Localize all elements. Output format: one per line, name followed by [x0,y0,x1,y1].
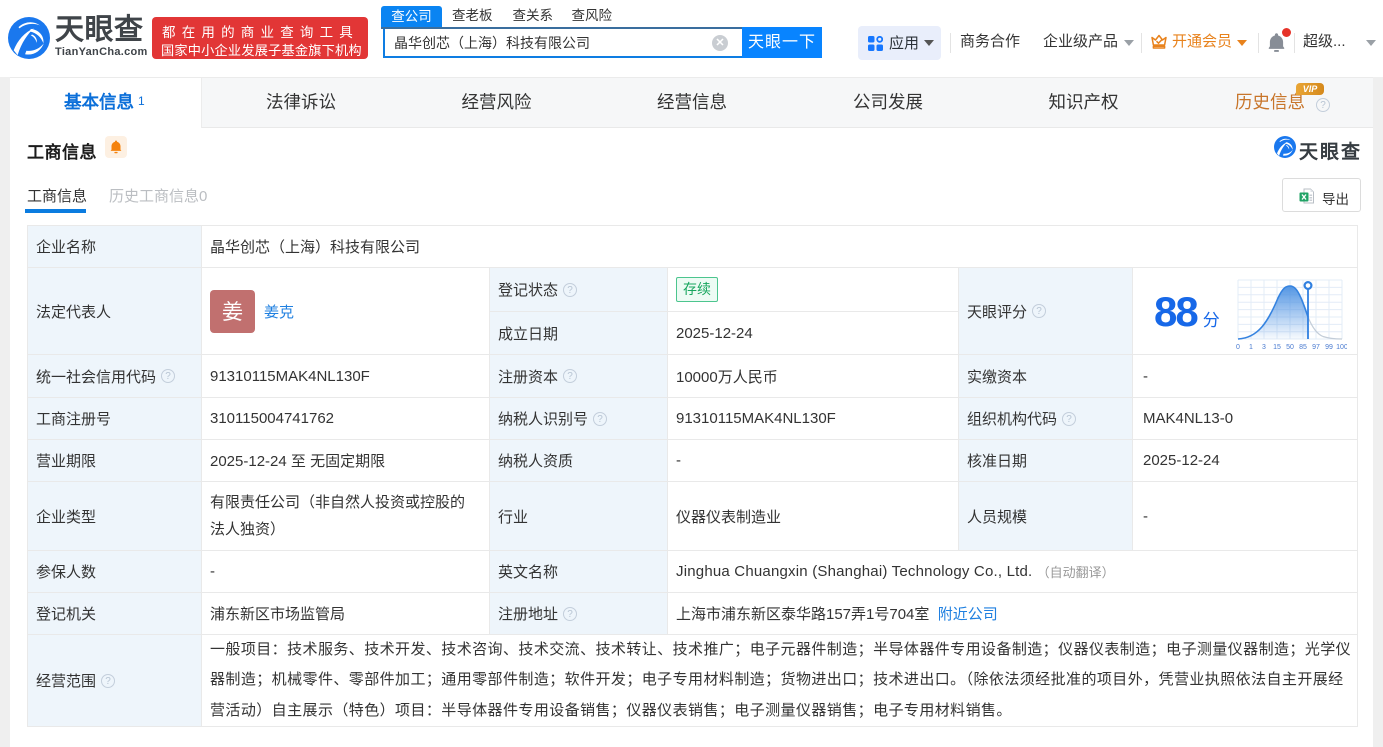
svg-text:100: 100 [1336,344,1347,351]
svg-text:1: 1 [1249,344,1253,351]
svg-text:50: 50 [1286,344,1294,351]
svg-text:15: 15 [1273,344,1281,351]
svg-text:85: 85 [1299,344,1307,351]
svg-text:97: 97 [1312,344,1320,351]
svg-text:99: 99 [1325,344,1333,351]
svg-text:3: 3 [1262,344,1266,351]
svg-text:0: 0 [1236,344,1240,351]
